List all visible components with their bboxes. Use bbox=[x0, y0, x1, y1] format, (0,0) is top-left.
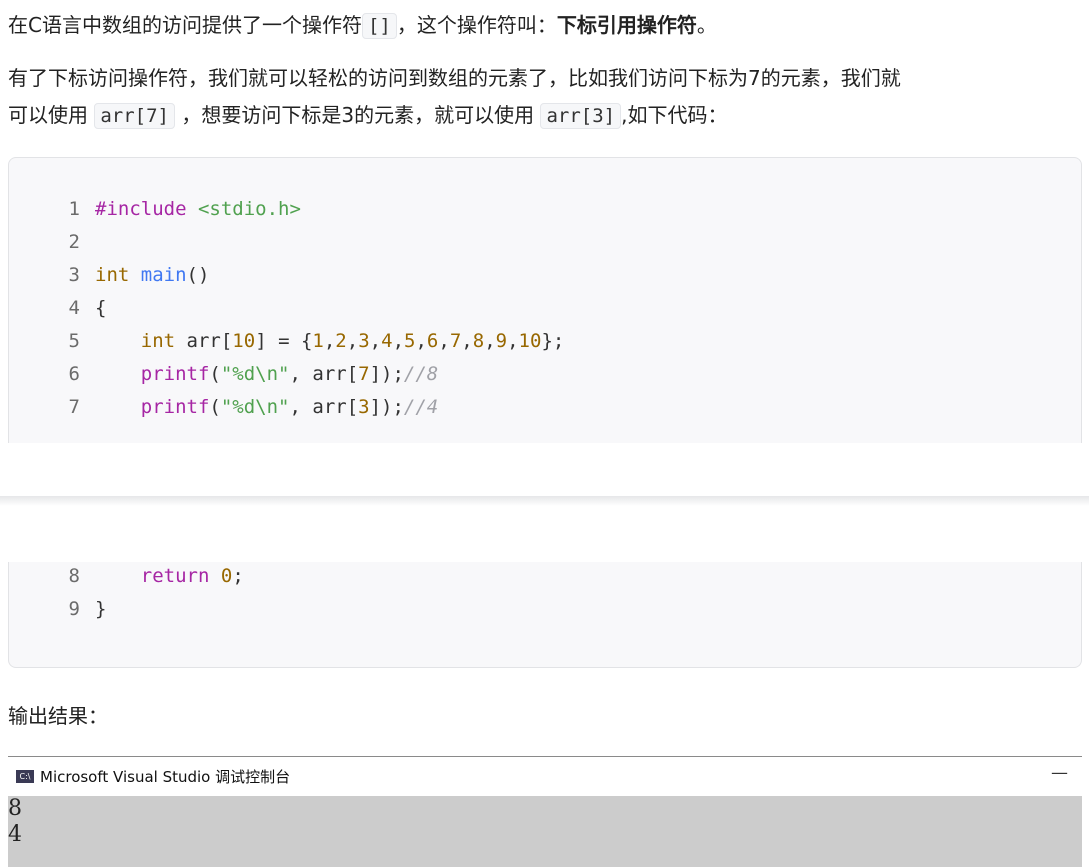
inline-code-arr7: arr[7] bbox=[94, 103, 175, 129]
code-line-9: 9} bbox=[68, 598, 107, 620]
console-output-line-2: 4 bbox=[8, 822, 22, 847]
intro-paragraph-2-line-1: 有了下标访问操作符，我们就可以轻松的访问到数组的元素了，比如我们访问下标为7的元… bbox=[8, 66, 901, 90]
code-line-6: 6 printf("%d\n", arr[7]);//8 bbox=[68, 363, 439, 385]
inline-code-arr3: arr[3] bbox=[540, 103, 622, 129]
text: ，这个操作符叫： bbox=[396, 13, 557, 37]
console-window: C:\ Microsoft Visual Studio 调试控制台 — 8 4 bbox=[8, 756, 1082, 867]
console-output: 8 4 bbox=[8, 796, 1082, 867]
page-break-shadow bbox=[0, 496, 1089, 506]
inline-code-brackets: [] bbox=[361, 13, 397, 39]
console-app-icon: C:\ bbox=[16, 770, 34, 783]
code-line-4: 4{ bbox=[68, 297, 107, 319]
console-title: Microsoft Visual Studio 调试控制台 bbox=[40, 768, 291, 786]
text: 。 bbox=[696, 13, 717, 37]
code-line-5: 5 int arr[10] = {1,2,3,4,5,6,7,8,9,10}; bbox=[68, 330, 565, 352]
text: ，想要访问下标是3的元素，就可以使用 bbox=[181, 103, 535, 127]
code-line-7: 7 printf("%d\n", arr[3]);//4 bbox=[68, 396, 439, 418]
code-line-3: 3 int main() bbox=[68, 264, 210, 286]
text: 可以使用 bbox=[8, 103, 88, 127]
console-title-bar: C:\ Microsoft Visual Studio 调试控制台 — bbox=[8, 757, 1082, 796]
code-line-8: 8 return 0; bbox=[68, 565, 244, 587]
intro-paragraph-2-line-2: 可以使用 arr[7] ，想要访问下标是3的元素，就可以使用 arr[3] ,如下… bbox=[8, 99, 728, 129]
text: ,如下代码： bbox=[621, 103, 728, 127]
console-output-line-1: 8 bbox=[8, 796, 22, 821]
minimize-button[interactable]: — bbox=[1051, 763, 1068, 783]
bold-term: 下标引用操作符 bbox=[556, 13, 697, 37]
code-line-2: 2 bbox=[68, 231, 80, 253]
output-heading: 输出结果： bbox=[8, 704, 108, 728]
intro-paragraph-1: 在C语言中数组的访问提供了一个操作符[] ，这个操作符叫：下标引用操作符。 bbox=[8, 9, 717, 39]
text: 在C语言中数组的访问提供了一个操作符 bbox=[8, 13, 362, 37]
code-line-1: 1 #include <stdio.h> bbox=[68, 198, 301, 220]
